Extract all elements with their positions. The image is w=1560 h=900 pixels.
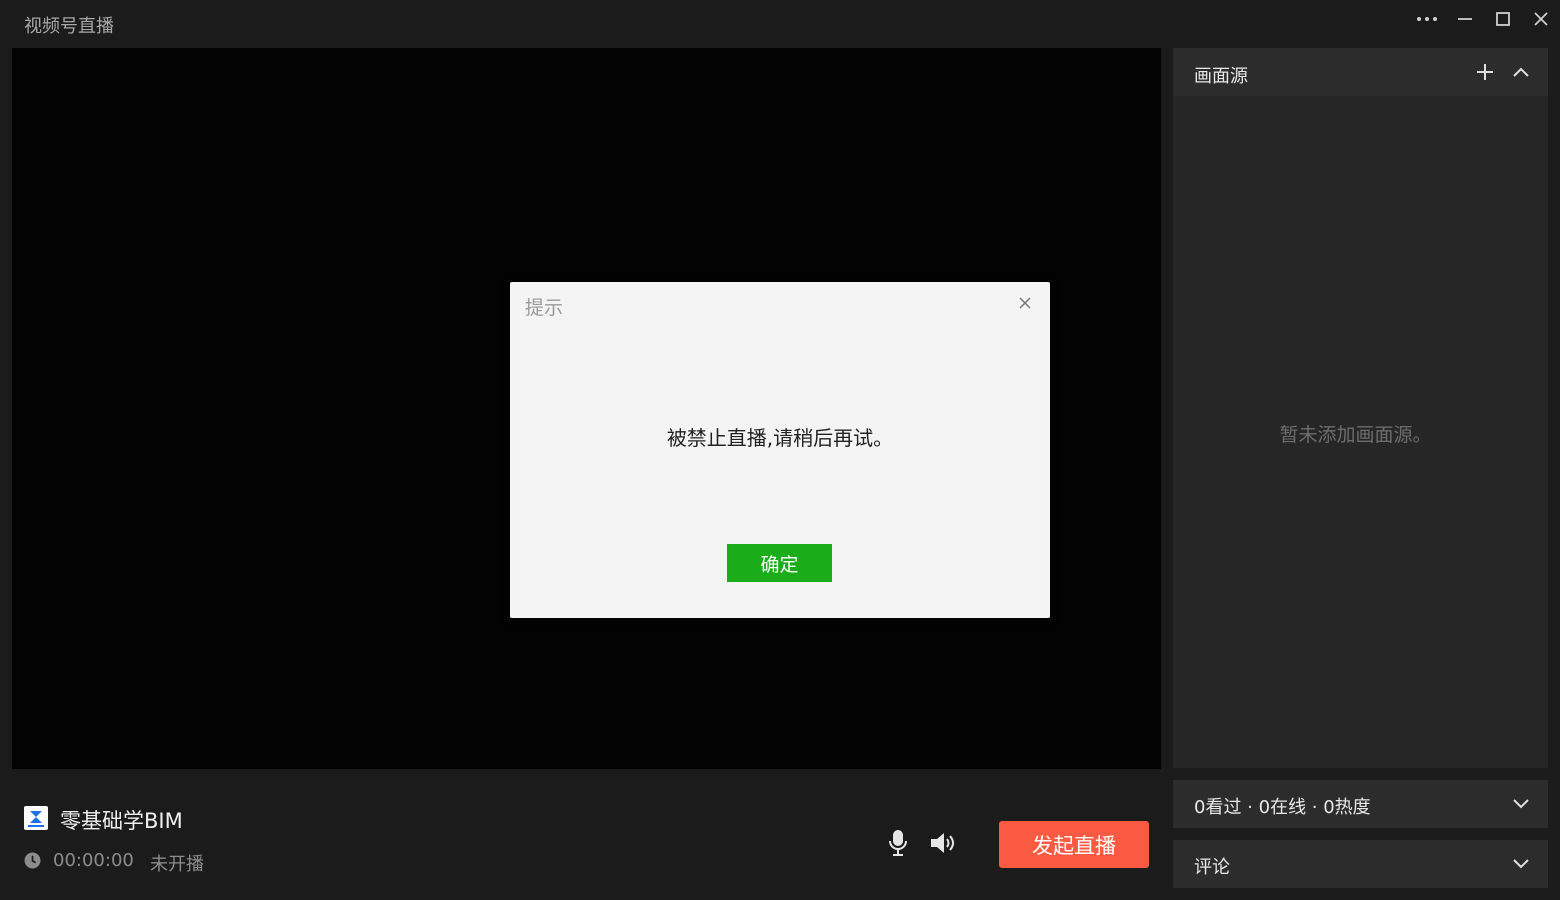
elapsed-time: 00:00:00 <box>53 850 134 871</box>
close-icon <box>1019 297 1031 309</box>
more-icon <box>1417 17 1437 21</box>
stats-label: 0看过 · 0在线 · 0热度 <box>1194 797 1371 818</box>
dialog-message: 被禁止直播,请稍后再试。 <box>666 426 894 450</box>
stats-expand <box>1510 794 1532 814</box>
start-live-button[interactable]: 发起直播 <box>999 821 1149 868</box>
plus-icon <box>1477 64 1493 80</box>
dialog-close-button[interactable] <box>1014 292 1036 314</box>
confirm-button[interactable]: 确定 <box>727 544 832 582</box>
comments-expand <box>1510 854 1532 874</box>
comments-accordion[interactable]: 评论 <box>1173 840 1548 888</box>
collapse-sources-button[interactable] <box>1509 60 1533 84</box>
sources-empty-text: 暂未添加画面源。 <box>1279 424 1432 446</box>
add-source-button[interactable] <box>1473 60 1497 84</box>
sources-title: 画面源 <box>1194 66 1248 87</box>
sources-header: 画面源 <box>1173 48 1548 96</box>
maximize-icon <box>1496 12 1510 26</box>
microphone-button[interactable] <box>884 828 912 858</box>
close-window-button[interactable] <box>1526 6 1556 32</box>
minimize-icon <box>1458 18 1472 20</box>
channel-name: 零基础学BIM <box>60 809 183 833</box>
comments-label: 评论 <box>1194 857 1230 878</box>
minimize-button[interactable] <box>1450 6 1480 32</box>
channel-logo-icon <box>24 806 48 830</box>
close-icon <box>1534 12 1548 26</box>
speaker-icon <box>931 833 954 853</box>
chevron-up-icon <box>1513 67 1529 77</box>
more-button[interactable] <box>1412 6 1442 32</box>
chevron-down-icon <box>1513 799 1529 809</box>
title-bar: 视频号直播 <box>0 0 1560 48</box>
stats-accordion[interactable]: 0看过 · 0在线 · 0热度 <box>1173 780 1548 828</box>
microphone-icon <box>889 830 907 856</box>
clock-icon <box>24 852 41 869</box>
alert-dialog: 提示 被禁止直播,请稍后再试。 确定 <box>510 282 1050 618</box>
speaker-button[interactable] <box>929 828 959 858</box>
live-status: 未开播 <box>150 854 204 875</box>
dialog-title: 提示 <box>525 297 564 319</box>
maximize-button[interactable] <box>1488 6 1518 32</box>
sources-panel: 画面源 暂未添加画面源。 <box>1173 48 1548 768</box>
app-title: 视频号直播 <box>24 16 114 37</box>
chevron-down-icon <box>1513 859 1529 869</box>
